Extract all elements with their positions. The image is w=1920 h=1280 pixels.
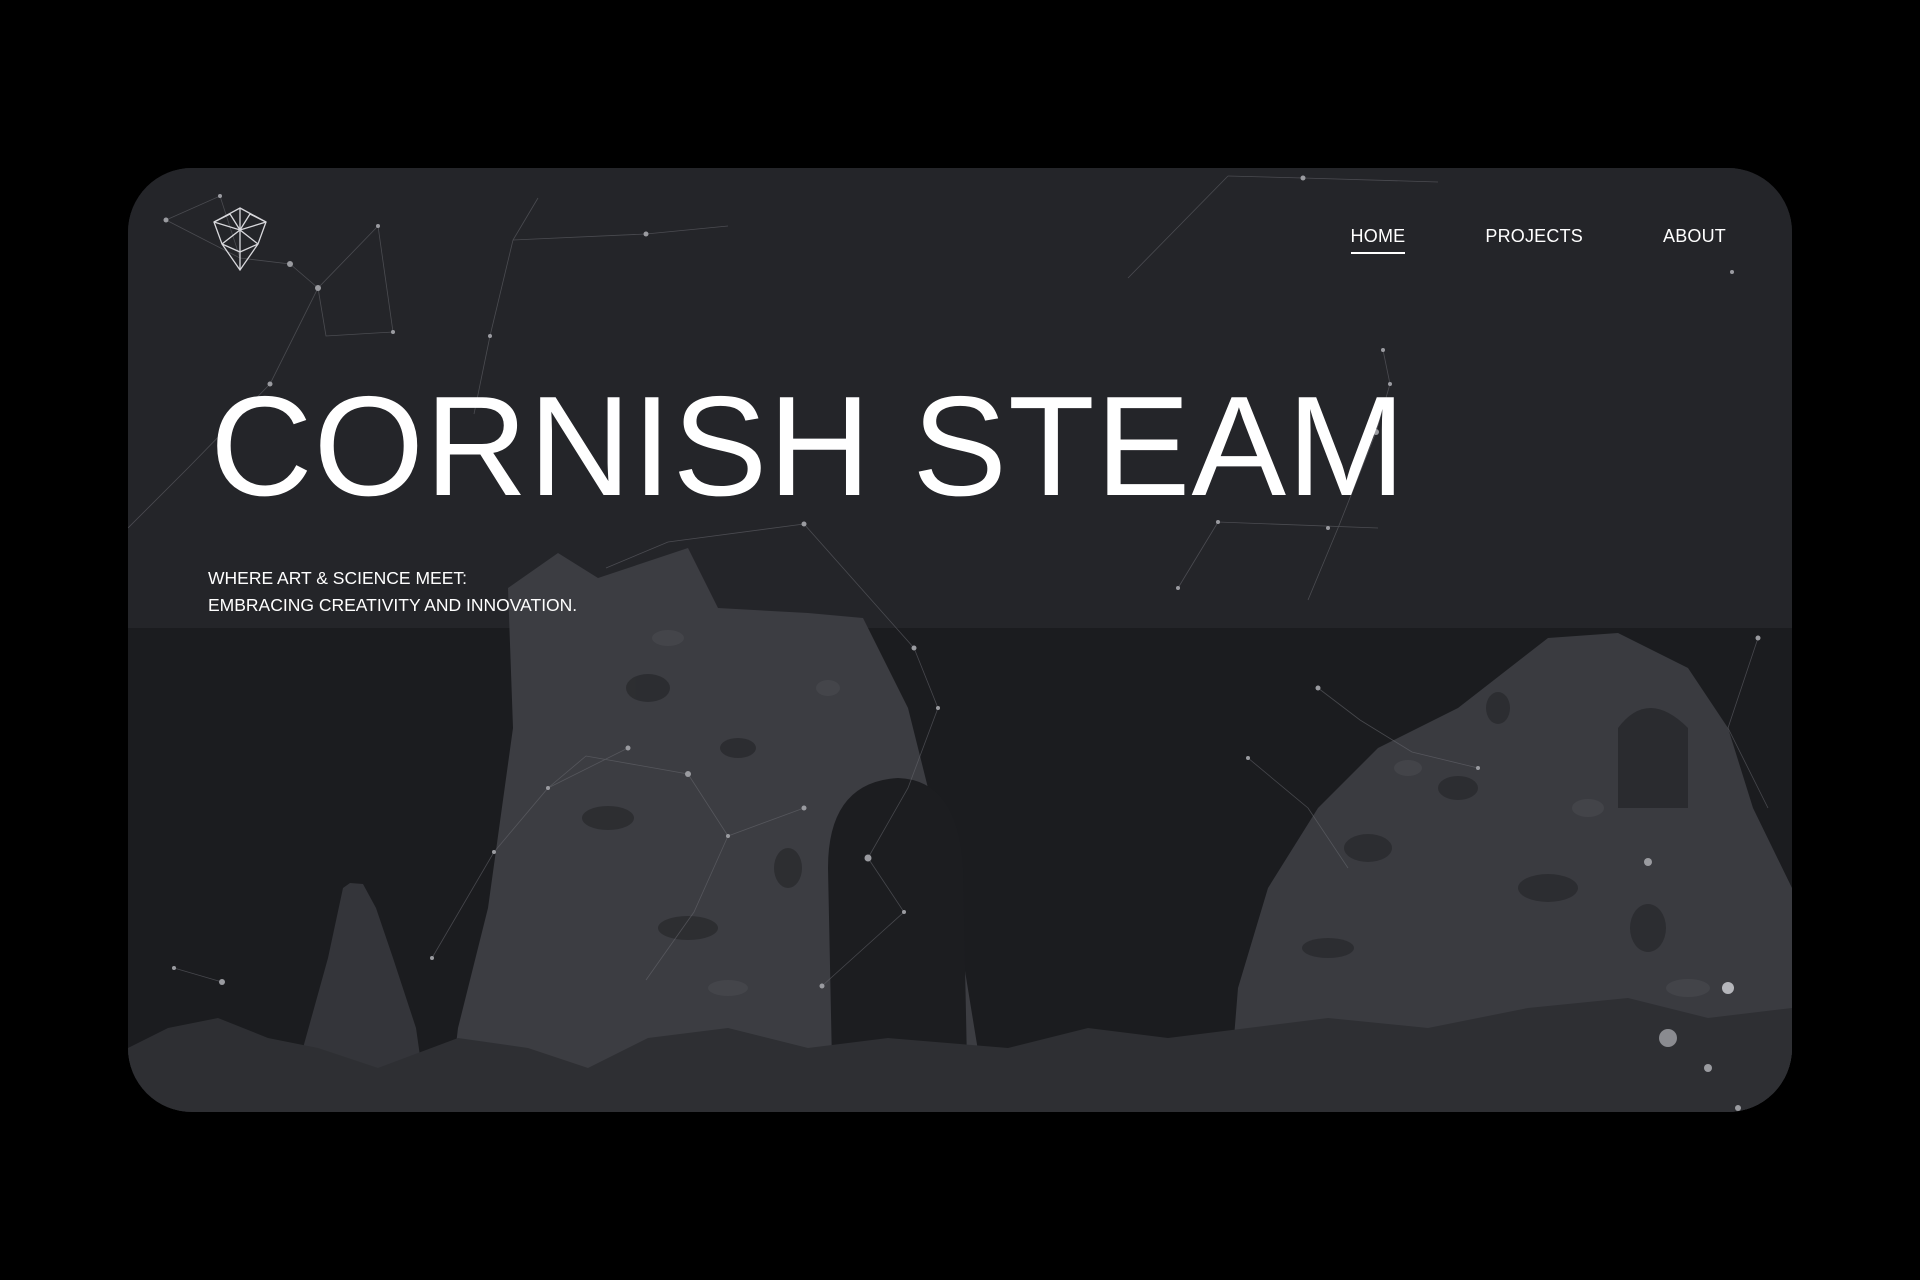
hero-frame: HOME PROJECTS ABOUT CORNISH STEAM WHERE … xyxy=(128,168,1792,1112)
geodesic-diamond-icon[interactable] xyxy=(208,204,272,274)
nav-about-link[interactable]: ABOUT xyxy=(1663,226,1726,254)
main-nav: HOME PROJECTS ABOUT xyxy=(1350,226,1726,254)
nav-projects-link[interactable]: PROJECTS xyxy=(1485,226,1583,254)
hero-tagline: WHERE ART & SCIENCE MEET: EMBRACING CREA… xyxy=(208,565,577,619)
tagline-line-1: WHERE ART & SCIENCE MEET: xyxy=(208,568,467,588)
hero-background-image xyxy=(128,168,1792,1112)
tagline-line-2: EMBRACING CREATIVITY AND INNOVATION. xyxy=(208,595,578,615)
hero-title: CORNISH STEAM xyxy=(210,367,1407,526)
nav-home-link[interactable]: HOME xyxy=(1350,226,1406,254)
